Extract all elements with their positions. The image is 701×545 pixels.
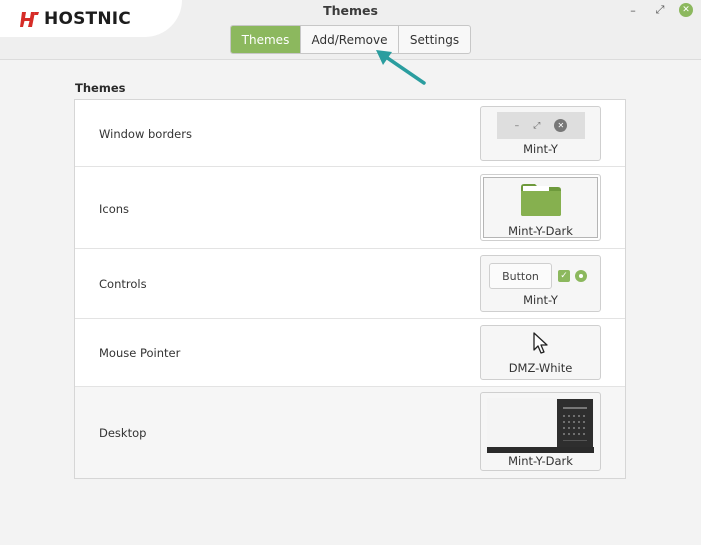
row-mouse-pointer: Mouse Pointer DMZ-White: [75, 319, 625, 387]
start-menu-preview: [557, 399, 593, 448]
row-desktop: Desktop Mint-Y-Dark: [75, 387, 625, 478]
row-icons: Icons Mint-Y-Dark: [75, 167, 625, 249]
close-icon[interactable]: ✕: [679, 3, 693, 17]
button-preview: Button: [489, 263, 552, 289]
minimize-icon[interactable]: –: [626, 3, 640, 17]
mouse-pointer-chooser[interactable]: DMZ-White: [480, 325, 601, 380]
arrow-cursor-icon: [533, 332, 548, 354]
chooser-value: Mint-Y-Dark: [508, 224, 573, 238]
chooser-value: Mint-Y: [523, 142, 558, 156]
icons-chooser[interactable]: Mint-Y-Dark: [480, 174, 601, 241]
window-borders-chooser[interactable]: – ⤢ ✕ Mint-Y: [480, 106, 601, 161]
taskbar-preview: [487, 447, 594, 453]
row-label: Icons: [99, 202, 130, 216]
maximize-icon: ⤢: [533, 120, 541, 131]
tab-themes[interactable]: Themes: [231, 26, 301, 53]
themes-list: Window borders – ⤢ ✕ Mint-Y Icons Mint-Y…: [74, 99, 626, 479]
chooser-value: DMZ-White: [508, 361, 573, 375]
calendar-grid-preview: [563, 407, 587, 441]
maximize-icon[interactable]: ⤢: [653, 3, 667, 17]
desktop-preview: [487, 398, 594, 453]
minimize-icon: –: [514, 120, 520, 131]
window-titlebar: HOSTNIC Themes – ⤢ ✕ Themes Add/Remove S…: [0, 0, 701, 60]
window-title: Themes: [323, 3, 378, 18]
row-window-borders: Window borders – ⤢ ✕ Mint-Y: [75, 100, 625, 167]
section-title: Themes: [75, 81, 126, 95]
radio-preview-icon: [575, 270, 587, 282]
row-controls: Controls Button ✓ Mint-Y: [75, 249, 625, 319]
tab-bar: Themes Add/Remove Settings: [230, 25, 471, 54]
desktop-chooser[interactable]: Mint-Y-Dark: [480, 392, 601, 471]
window-borders-preview: – ⤢ ✕: [497, 112, 585, 139]
pointer-arrow-annotation: [376, 50, 426, 85]
row-label: Controls: [99, 277, 147, 291]
row-label: Desktop: [99, 426, 147, 440]
row-label: Window borders: [99, 127, 192, 141]
checkbox-preview-icon: ✓: [558, 270, 570, 282]
controls-chooser[interactable]: Button ✓ Mint-Y: [480, 255, 601, 312]
chooser-value: Mint-Y-Dark: [508, 454, 573, 468]
close-icon: ✕: [554, 119, 568, 132]
row-label: Mouse Pointer: [99, 346, 181, 360]
chooser-value: Mint-Y: [523, 293, 558, 307]
folder-icon: [521, 184, 561, 216]
